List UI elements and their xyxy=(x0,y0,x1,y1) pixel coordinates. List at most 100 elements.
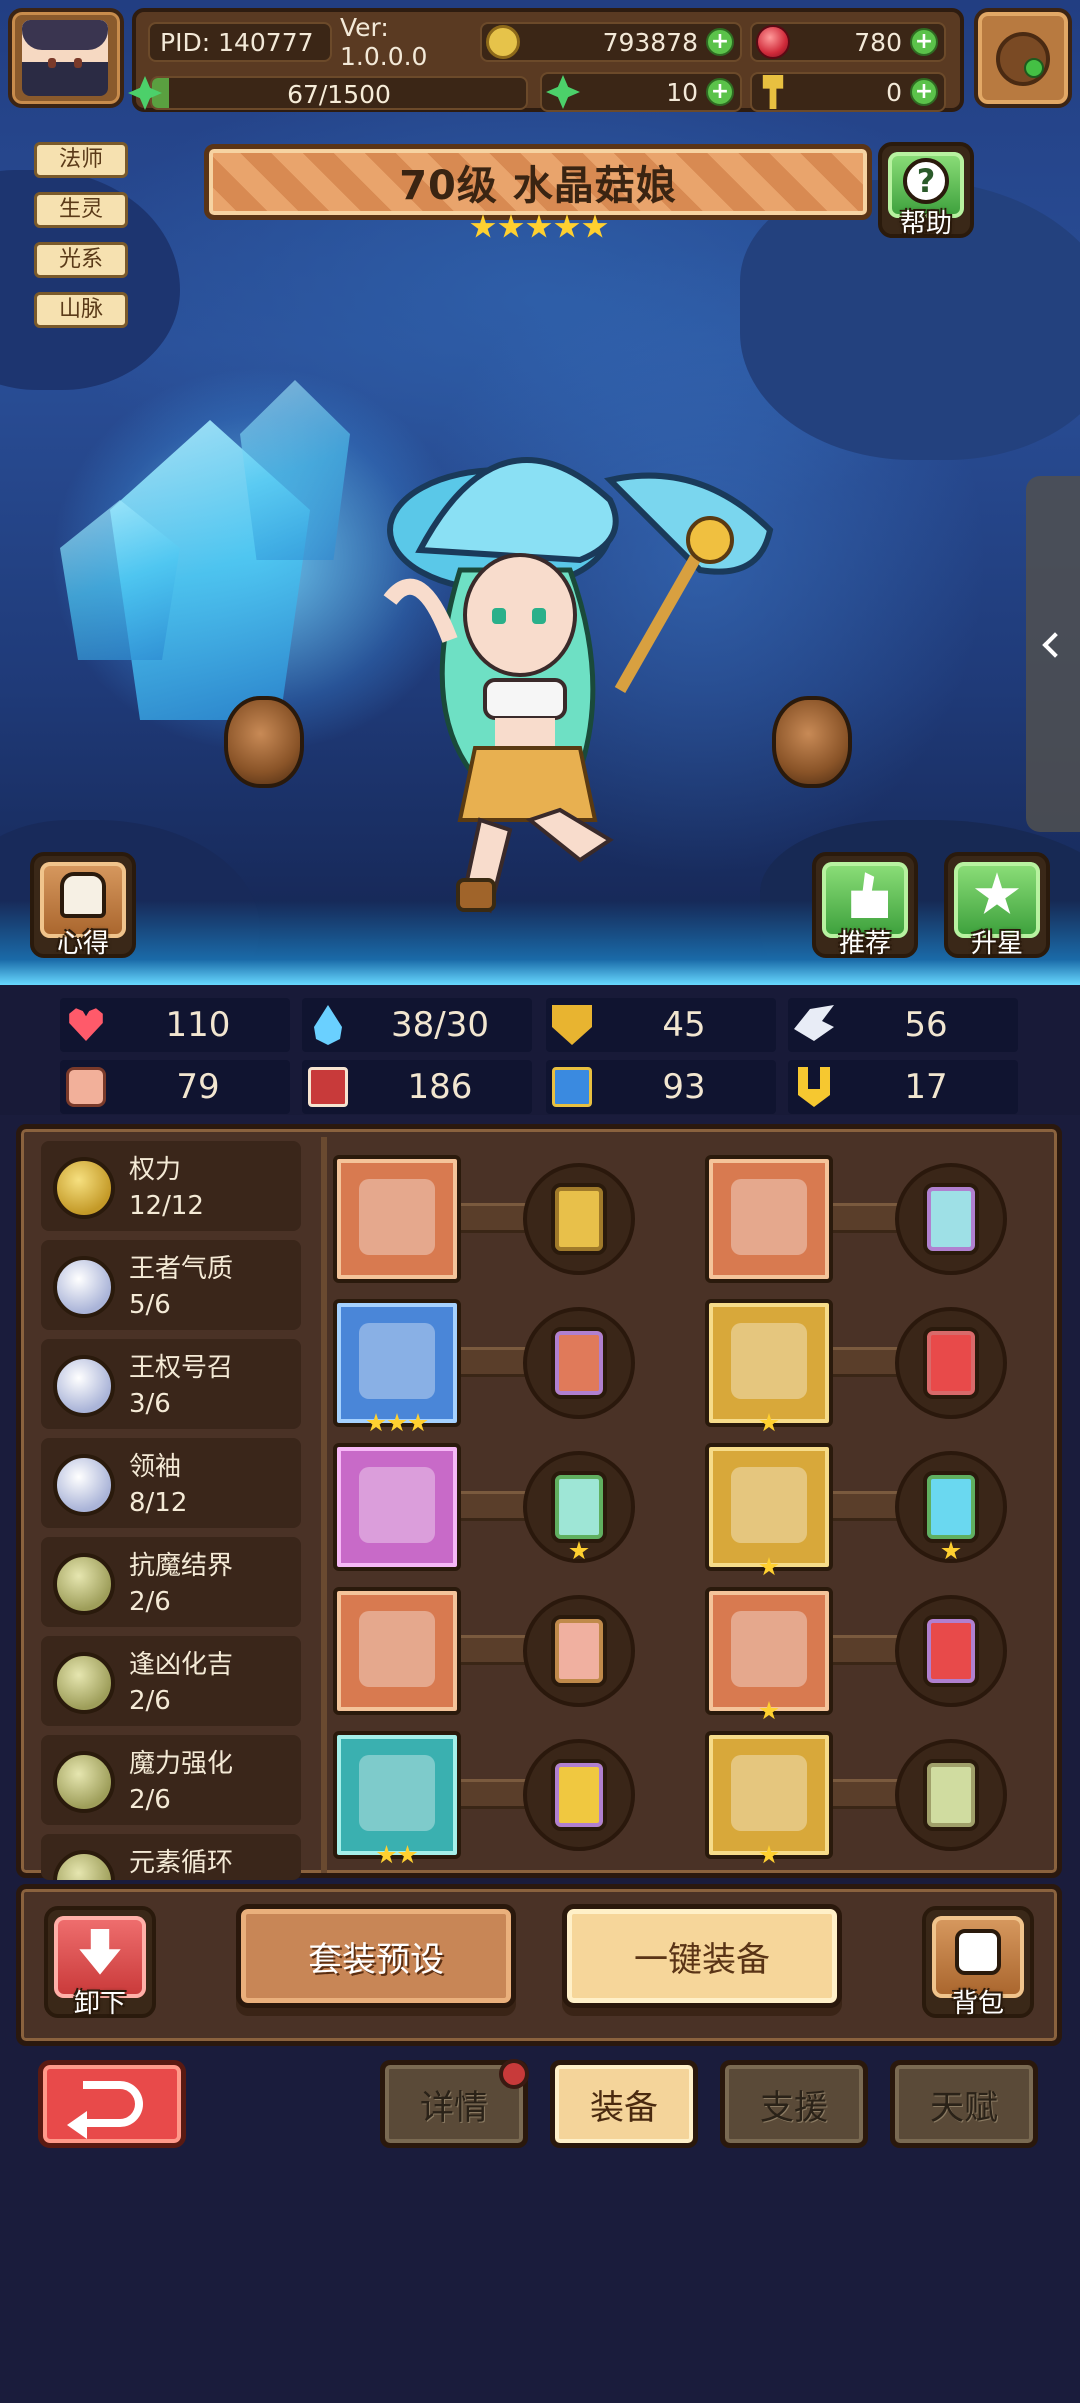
help-button[interactable]: 帮助 xyxy=(878,142,974,239)
set-preset-button[interactable]: 套装预设 xyxy=(236,1904,516,2008)
hero-star-icon xyxy=(470,214,496,238)
heart-icon xyxy=(69,1008,103,1041)
gold-counter: 793878 + xyxy=(480,22,742,62)
stat-cell[interactable]: 186 xyxy=(302,1060,532,1114)
set-bonus-progress: 8/12 xyxy=(129,1488,188,1518)
stat-cell[interactable]: 45 xyxy=(546,998,776,1052)
item-star-icon xyxy=(366,1413,386,1432)
set-bonus-item[interactable]: 魔力强化 2/6 xyxy=(41,1735,301,1825)
experience-bar: 67/1500 xyxy=(150,76,528,110)
item-star-icon xyxy=(759,1845,779,1864)
star-up-label: 升星 xyxy=(970,929,1023,959)
back-button[interactable] xyxy=(38,2060,186,2148)
hero-tag-terrain[interactable]: 山脉 xyxy=(34,292,128,328)
side-drawer-toggle[interactable] xyxy=(1026,476,1080,832)
hero-stats-panel: 110 38/30 45 56 79 186 93 17 xyxy=(0,985,1080,1115)
add-clover-button[interactable]: + xyxy=(706,78,734,106)
add-gem-button[interactable]: + xyxy=(910,28,938,56)
insight-label: 心得 xyxy=(56,929,109,959)
skill-orb-left[interactable] xyxy=(224,696,304,788)
star-up-button[interactable]: 升星 xyxy=(944,852,1050,959)
stat-value: 45 xyxy=(662,1005,706,1045)
stat-cell[interactable]: 79 xyxy=(60,1060,290,1114)
gem-card-icon xyxy=(923,1471,979,1560)
tab-3[interactable]: 天赋 xyxy=(890,2060,1038,2148)
set-bonus-progress: 2/6 xyxy=(129,1785,171,1815)
set-medal-icon xyxy=(53,1751,115,1813)
stat-value: 38/30 xyxy=(391,1005,489,1045)
equipment-slot-boots[interactable] xyxy=(705,1731,833,1864)
gem-socket[interactable] xyxy=(523,1595,635,1707)
stat-cell[interactable]: 93 xyxy=(546,1060,776,1114)
equipment-slot-robe[interactable] xyxy=(705,1299,833,1432)
gem-socket[interactable] xyxy=(523,1163,635,1275)
equipment-slot-gloves[interactable] xyxy=(705,1443,833,1576)
stat-cell[interactable]: 17 xyxy=(788,1060,1018,1114)
tab-1[interactable]: 装备 xyxy=(550,2060,698,2148)
set-medal-icon xyxy=(53,1355,115,1417)
set-bonus-item[interactable]: 权力 12/12 xyxy=(41,1141,301,1231)
equipment-slot-heart-necklace[interactable] xyxy=(333,1443,461,1571)
insight-button[interactable]: 心得 xyxy=(30,852,136,959)
tab-2[interactable]: 支援 xyxy=(720,2060,868,2148)
set-bonus-item[interactable]: 抗魔结界 2/6 xyxy=(41,1537,301,1627)
equipment-slot-weapon-staff[interactable] xyxy=(333,1155,461,1283)
hero-character-sprite[interactable] xyxy=(380,440,800,940)
fist-icon xyxy=(66,1067,106,1107)
add-hammer-button[interactable]: + xyxy=(910,78,938,106)
equipment-slot-crown[interactable] xyxy=(705,1155,833,1283)
bag-button[interactable]: 背包 xyxy=(922,1906,1034,2019)
set-medal-icon xyxy=(53,1256,115,1318)
equipment-slot-crystal-orb[interactable] xyxy=(333,1299,461,1432)
gem-card-icon xyxy=(923,1183,979,1255)
skill-orb-right[interactable] xyxy=(772,696,852,788)
gem-socket[interactable] xyxy=(523,1307,635,1419)
gem-socket[interactable] xyxy=(523,1451,635,1563)
stat-cell[interactable]: 38/30 xyxy=(302,998,532,1052)
set-bonus-name: 元素循环 xyxy=(129,1848,234,1878)
spellbook-icon xyxy=(308,1067,348,1107)
robe-icon xyxy=(731,1323,807,1399)
player-avatar[interactable] xyxy=(8,8,124,108)
hero-star-icon xyxy=(582,214,608,238)
set-bonus-item[interactable]: 领袖 8/12 xyxy=(41,1438,301,1528)
weapon-staff-icon xyxy=(359,1179,435,1255)
stat-cell[interactable]: 56 xyxy=(788,998,1018,1052)
hero-tag-element[interactable]: 光系 xyxy=(34,242,128,278)
tab-0[interactable]: 详情 xyxy=(380,2059,529,2148)
gem-socket[interactable] xyxy=(895,1739,1007,1851)
hero-tag-race[interactable]: 生灵 xyxy=(34,192,128,228)
add-gold-button[interactable]: + xyxy=(706,28,734,56)
set-bonus-item[interactable]: 逢凶化吉 2/6 xyxy=(41,1636,301,1726)
gem-socket[interactable] xyxy=(895,1307,1007,1419)
gem-socket[interactable] xyxy=(895,1451,1007,1563)
settings-button[interactable] xyxy=(974,8,1072,108)
hero-tag-class[interactable]: 法师 xyxy=(34,142,128,178)
equipment-slot-ring-box[interactable] xyxy=(705,1587,833,1720)
gem-socket[interactable] xyxy=(895,1595,1007,1707)
set-bonus-item[interactable]: 王者气质 5/6 xyxy=(41,1240,301,1330)
pid-text: PID: 140777 xyxy=(160,27,314,57)
gem-socket[interactable] xyxy=(895,1163,1007,1275)
equipment-slot-potion-flask[interactable] xyxy=(333,1731,461,1864)
set-medal-icon xyxy=(53,1652,115,1714)
set-bonus-progress: 5/6 xyxy=(129,1290,171,1320)
set-bonus-item[interactable]: 元素循环 xyxy=(41,1834,301,1880)
recommend-button[interactable]: 推荐 xyxy=(812,852,918,959)
set-bonus-item[interactable]: 王权号召 3/6 xyxy=(41,1339,301,1429)
question-icon xyxy=(903,158,949,205)
clover-counter: 10 + xyxy=(540,72,742,112)
equipment-slot-jeweled-amulet[interactable] xyxy=(333,1587,461,1715)
set-bonus-progress: 3/6 xyxy=(129,1389,171,1419)
gold-amount: 793878 xyxy=(602,27,698,57)
tab-label: 天赋 xyxy=(930,2087,998,2128)
unequip-button[interactable]: 卸下 xyxy=(44,1906,156,2019)
gem-socket[interactable] xyxy=(523,1739,635,1851)
set-bonus-progress: 2/6 xyxy=(129,1587,171,1617)
stat-cell[interactable]: 110 xyxy=(60,998,290,1052)
gloves-icon xyxy=(731,1467,807,1543)
socket-link xyxy=(461,1203,531,1233)
auto-equip-button[interactable]: 一键装备 xyxy=(562,1904,842,2008)
version-field: Ver: 1.0.0.0 xyxy=(332,13,480,71)
return-arrow-icon xyxy=(67,2081,143,2139)
